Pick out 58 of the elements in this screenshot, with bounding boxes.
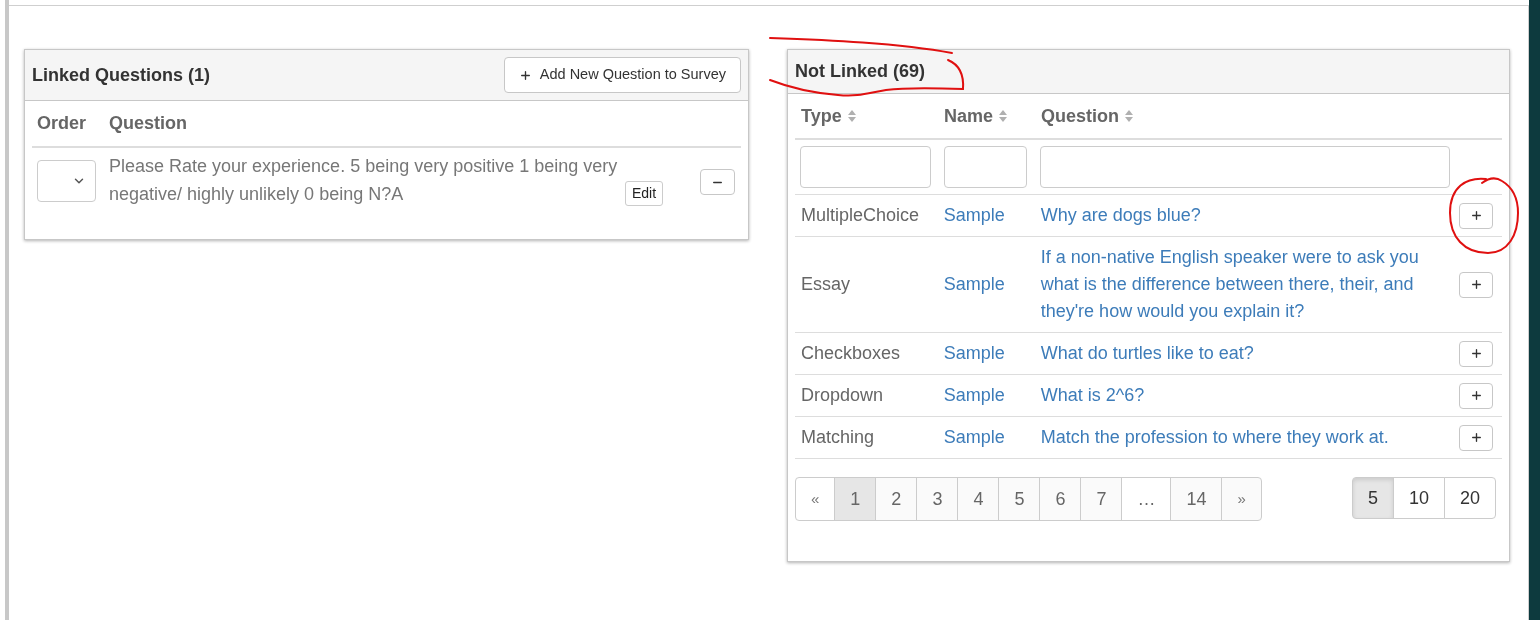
order-select[interactable] (37, 160, 96, 202)
edit-button[interactable]: Edit (625, 181, 664, 206)
column-header[interactable]: Question (1041, 102, 1133, 130)
column-header[interactable]: Name (944, 102, 1008, 130)
page-button[interactable]: 6 (1039, 477, 1082, 521)
plus-icon (518, 68, 532, 82)
sort-icon (999, 110, 1008, 122)
remove-button[interactable] (700, 169, 735, 195)
add-button[interactable] (1459, 382, 1494, 409)
column-header[interactable]: Type (801, 102, 856, 130)
page-button[interactable]: « (795, 477, 836, 521)
question-link[interactable]: If a non-native English speaker were to ask you what is the difference between there, their, and they're how would you explain it? (1040, 244, 1454, 325)
page-size-button[interactable]: 5 (1351, 477, 1394, 519)
add-question-button[interactable]: Add New Question to Survey (503, 57, 741, 93)
plus-icon (1469, 209, 1483, 222)
table-cell: MultipleChoice (801, 205, 920, 225)
sort-icon (847, 110, 856, 122)
table-cell: Checkboxes (801, 343, 901, 363)
page-button[interactable]: » (1221, 477, 1262, 521)
page-button[interactable]: 3 (916, 477, 959, 521)
question-link[interactable]: What do turtles like to eat? (1040, 340, 1254, 367)
plus-icon (1469, 278, 1483, 291)
page-button[interactable]: 4 (957, 477, 1000, 521)
add-button[interactable] (1459, 340, 1494, 367)
sort-icon (1125, 110, 1133, 122)
page-button[interactable]: 5 (998, 477, 1041, 521)
page-button[interactable]: … (1121, 477, 1172, 521)
filter-input[interactable] (944, 146, 1027, 188)
plus-icon (1469, 347, 1483, 360)
sample-link[interactable]: Sample (943, 343, 1005, 363)
sample-link[interactable]: Sample (943, 205, 1005, 225)
table-cell: Dropdown (801, 385, 884, 405)
add-button[interactable] (1459, 202, 1494, 229)
add-button[interactable] (1459, 271, 1494, 298)
filter-input[interactable] (1040, 146, 1450, 188)
table-cell: Essay (801, 274, 851, 294)
page-button[interactable]: 1 (834, 477, 877, 521)
page-button[interactable]: 7 (1080, 477, 1123, 521)
column-header: Question (108, 112, 187, 135)
sample-link[interactable]: Sample (943, 274, 1005, 294)
filter-input[interactable] (800, 146, 931, 188)
panel-title: Linked Questions (1) (32, 63, 211, 87)
page-button[interactable]: 14 (1170, 477, 1223, 521)
question-link[interactable]: What is 2^6? (1040, 382, 1145, 409)
plus-icon (1469, 431, 1483, 444)
sample-link[interactable]: Sample (943, 385, 1005, 405)
question-text: Please Rate your experience. 5 being very positive 1 being very negative/ highly unlikely 0 being N?A (109, 155, 619, 206)
add-button[interactable] (1459, 424, 1494, 451)
page-size-button[interactable]: 20 (1443, 477, 1496, 519)
page-button[interactable]: 2 (875, 477, 918, 521)
question-link[interactable]: Why are dogs blue? (1040, 202, 1201, 229)
question-link[interactable]: Match the profession to where they work at. (1040, 424, 1389, 451)
sample-link[interactable]: Sample (943, 427, 1005, 447)
plus-icon (1469, 389, 1483, 402)
panel-title: Not Linked (69) (795, 61, 925, 81)
page-size-button[interactable]: 10 (1392, 477, 1445, 519)
table-cell: Matching (801, 427, 875, 447)
column-header: Order (36, 112, 88, 135)
